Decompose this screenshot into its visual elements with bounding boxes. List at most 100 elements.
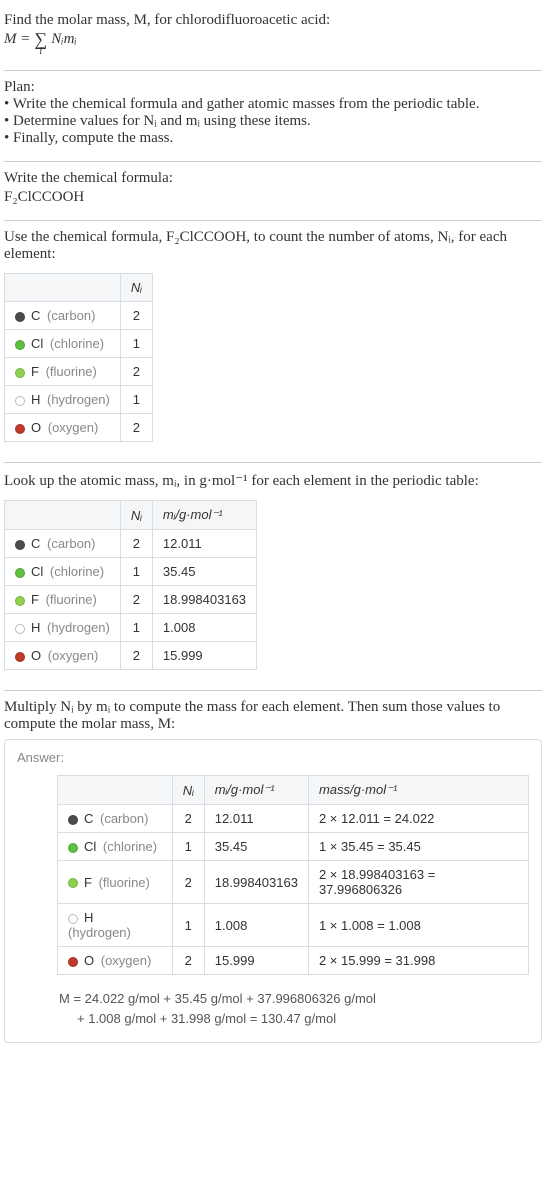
element-dot-icon (15, 596, 25, 606)
table-row: Cl (chlorine)1 (5, 330, 153, 358)
mass-table: Nᵢ mᵢ/g·mol⁻¹ mass/g·mol⁻¹ C (carbon)212… (57, 775, 529, 975)
element-name: (carbon) (43, 308, 95, 323)
element-dot-icon (15, 568, 25, 578)
element-cell: F (fluorine) (5, 586, 121, 614)
step4-title: Multiply Nᵢ by mᵢ to compute the mass fo… (4, 699, 542, 733)
step1-title: Write the chemical formula: (4, 170, 542, 187)
element-cell: Cl (chlorine) (58, 833, 173, 861)
table-row: C (carbon)212.0112 × 12.011 = 24.022 (58, 805, 529, 833)
table-cell: 2 × 18.998403163 = 37.996806326 (308, 861, 528, 904)
table-header-empty (58, 776, 173, 805)
table-header-empty (5, 274, 121, 302)
table-row: O (oxygen)215.9992 × 15.999 = 31.998 (58, 947, 529, 975)
element-symbol: C (84, 811, 93, 826)
table-cell: 1 (120, 558, 152, 586)
element-cell: H (hydrogen) (58, 904, 173, 947)
element-name: (chlorine) (46, 336, 104, 351)
intro-line: Find the molar mass, M, for chlorodifluo… (4, 12, 542, 29)
table-cell: 2 (120, 586, 152, 614)
table-row: H (hydrogen)11.0081 × 1.008 = 1.008 (58, 904, 529, 947)
plan-title: Plan: (4, 79, 542, 96)
table-header-mi: mᵢ/g·mol⁻¹ (204, 776, 308, 805)
step-count-atoms: Use the chemical formula, F₂ClCCOOH, to … (4, 225, 542, 458)
atom-count-table: Nᵢ C (carbon)2Cl (chlorine)1F (fluorine)… (4, 273, 153, 442)
table-cell: 1 (120, 386, 152, 414)
table-row: C (carbon)212.011 (5, 530, 257, 558)
table-cell: 35.45 (152, 558, 256, 586)
element-dot-icon (68, 957, 78, 967)
table-cell: 15.999 (152, 642, 256, 670)
table-row: Cl (chlorine)135.451 × 35.45 = 35.45 (58, 833, 529, 861)
final-line1: M = 24.022 g/mol + 35.45 g/mol + 37.9968… (59, 991, 376, 1006)
answer-content: Nᵢ mᵢ/g·mol⁻¹ mass/g·mol⁻¹ C (carbon)212… (17, 775, 529, 1028)
final-line2: + 1.008 g/mol + 31.998 g/mol = 130.47 g/… (59, 1009, 529, 1029)
step-chemical-formula: Write the chemical formula: F₂ClCCOOH (4, 166, 542, 216)
plan-item: • Write the chemical formula and gather … (4, 96, 542, 113)
element-symbol: H (31, 392, 40, 407)
final-molar-mass: M = 24.022 g/mol + 35.45 g/mol + 37.9968… (57, 989, 529, 1028)
plan-section: Plan: • Write the chemical formula and g… (4, 75, 542, 157)
table-row: F (fluorine)218.998403163 (5, 586, 257, 614)
intro-section: Find the molar mass, M, for chlorodifluo… (4, 8, 542, 66)
table-header-mi: mᵢ/g·mol⁻¹ (152, 501, 256, 530)
element-dot-icon (15, 540, 25, 550)
table-cell: 2 (172, 861, 204, 904)
element-name: (hydrogen) (43, 392, 109, 407)
element-cell: C (carbon) (58, 805, 173, 833)
divider (4, 220, 542, 221)
element-symbol: F (31, 592, 39, 607)
element-cell: F (fluorine) (58, 861, 173, 904)
element-name: (hydrogen) (43, 620, 109, 635)
answer-label: Answer: (17, 750, 529, 765)
element-symbol: Cl (31, 564, 43, 579)
element-dot-icon (68, 914, 78, 924)
atomic-mass-table: Nᵢ mᵢ/g·mol⁻¹ C (carbon)212.011Cl (chlor… (4, 500, 257, 670)
element-cell: H (hydrogen) (5, 614, 121, 642)
element-dot-icon (15, 652, 25, 662)
element-cell: O (oxygen) (5, 414, 121, 442)
table-header-ni: Nᵢ (120, 501, 152, 530)
formula-rhs: Nᵢmᵢ (51, 31, 77, 48)
element-dot-icon (68, 843, 78, 853)
table-cell: 2 (120, 358, 152, 386)
element-cell: F (fluorine) (5, 358, 121, 386)
table-cell: 2 × 12.011 = 24.022 (308, 805, 528, 833)
element-name: (carbon) (96, 811, 148, 826)
element-name: (chlorine) (99, 839, 157, 854)
table-cell: 1.008 (204, 904, 308, 947)
element-name: (oxygen) (44, 648, 98, 663)
table-row: C (carbon)2 (5, 302, 153, 330)
divider (4, 161, 542, 162)
step-atomic-mass: Look up the atomic mass, mᵢ, in g·mol⁻¹ … (4, 467, 542, 686)
divider (4, 70, 542, 71)
table-row: O (oxygen)215.999 (5, 642, 257, 670)
element-name: (oxygen) (97, 953, 151, 968)
element-name: (fluorine) (42, 592, 97, 607)
element-symbol: O (31, 420, 41, 435)
table-cell: 2 (120, 642, 152, 670)
element-symbol: H (31, 620, 40, 635)
element-symbol: H (84, 910, 93, 925)
element-name: (fluorine) (42, 364, 97, 379)
table-header-ni: Nᵢ (172, 776, 204, 805)
table-cell: 2 (120, 530, 152, 558)
table-cell: 35.45 (204, 833, 308, 861)
table-row: H (hydrogen)11.008 (5, 614, 257, 642)
divider (4, 462, 542, 463)
table-cell: 1 × 35.45 = 35.45 (308, 833, 528, 861)
table-cell: 1.008 (152, 614, 256, 642)
element-symbol: C (31, 308, 40, 323)
formula-lhs: M = (4, 31, 30, 48)
element-dot-icon (15, 396, 25, 406)
element-name: (hydrogen) (68, 925, 131, 940)
element-dot-icon (15, 624, 25, 634)
table-cell: 18.998403163 (152, 586, 256, 614)
step3-title: Look up the atomic mass, mᵢ, in g·mol⁻¹ … (4, 471, 542, 490)
element-dot-icon (15, 340, 25, 350)
element-dot-icon (68, 815, 78, 825)
divider (4, 690, 542, 691)
element-symbol: F (84, 875, 92, 890)
element-name: (oxygen) (44, 420, 98, 435)
element-symbol: C (31, 536, 40, 551)
element-symbol: O (84, 953, 94, 968)
